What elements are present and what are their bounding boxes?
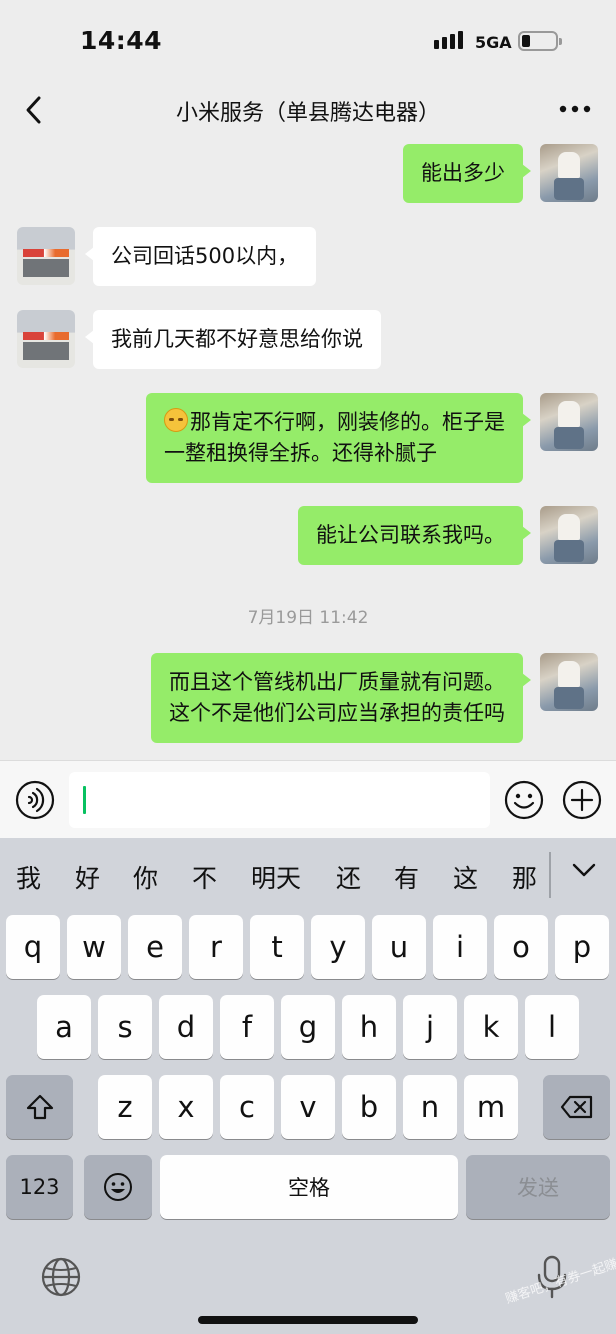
backspace-icon xyxy=(560,1095,592,1119)
add-icon[interactable] xyxy=(562,780,602,820)
message-list[interactable]: 能出多少 公司回话500以内， 我前几天都不好意思给你说 那肯定不行啊，刚装修的… xyxy=(0,136,616,760)
key-a[interactable]: a xyxy=(37,995,91,1059)
message-text: 公司回话500以内， xyxy=(111,244,299,268)
key-w[interactable]: w xyxy=(67,915,121,979)
send-key[interactable]: 发送 xyxy=(466,1155,610,1219)
self-avatar[interactable] xyxy=(540,506,598,564)
text-caret xyxy=(83,786,86,814)
message-text-line: 这个不是他们公司应当承担的责任吗 xyxy=(169,701,505,725)
candidate-word[interactable]: 还 xyxy=(336,859,361,895)
voice-input-icon[interactable] xyxy=(15,780,55,820)
key-m[interactable]: m xyxy=(464,1075,518,1139)
emoji-key-icon xyxy=(104,1173,132,1201)
contact-avatar[interactable] xyxy=(17,227,75,285)
message-bubble[interactable]: 能出多少 xyxy=(403,144,531,203)
key-b[interactable]: b xyxy=(342,1075,396,1139)
key-k[interactable]: k xyxy=(464,995,518,1059)
emoji-key[interactable] xyxy=(84,1155,152,1219)
emoji-icon[interactable] xyxy=(504,780,544,820)
key-c[interactable]: c xyxy=(220,1075,274,1139)
key-v[interactable]: v xyxy=(281,1075,335,1139)
message-bubble[interactable]: 公司回话500以内， xyxy=(84,227,317,286)
network-label: 5GA xyxy=(475,33,512,52)
key-u[interactable]: u xyxy=(372,915,426,979)
key-x[interactable]: x xyxy=(159,1075,213,1139)
key-l[interactable]: l xyxy=(525,995,579,1059)
candidate-word[interactable]: 我 xyxy=(16,859,41,895)
more-icon[interactable] xyxy=(558,104,592,114)
candidate-word[interactable]: 你 xyxy=(133,859,158,895)
message-timestamp: 7月19日 11:42 xyxy=(247,608,369,628)
candidate-word[interactable]: 明天 xyxy=(251,859,301,895)
self-avatar[interactable] xyxy=(540,393,598,451)
chat-input-bar xyxy=(0,760,616,838)
key-n[interactable]: n xyxy=(403,1075,457,1139)
candidate-word[interactable]: 好 xyxy=(75,859,100,895)
message-text-line: 一整租换得全拆。还得补腻子 xyxy=(164,441,437,465)
candidate-word[interactable]: 不 xyxy=(192,859,217,895)
status-time: 14:44 xyxy=(80,26,163,55)
message-text-line: 而且这个管线机出厂质量就有问题。 xyxy=(169,670,505,694)
home-indicator[interactable] xyxy=(198,1316,418,1324)
key-d[interactable]: d xyxy=(159,995,213,1059)
key-j[interactable]: j xyxy=(403,995,457,1059)
candidate-word[interactable]: 这 xyxy=(453,859,478,895)
keyboard: 我 好 你 不 明天 还 有 这 那 q w e r t y u i o p a… xyxy=(0,838,616,1334)
facepalm-emoji-icon xyxy=(164,408,188,432)
message-input[interactable] xyxy=(69,772,490,828)
contact-avatar[interactable] xyxy=(17,310,75,368)
candidate-word[interactable]: 那 xyxy=(512,859,537,895)
key-g[interactable]: g xyxy=(281,995,335,1059)
key-s[interactable]: s xyxy=(98,995,152,1059)
self-avatar[interactable] xyxy=(540,144,598,202)
self-avatar[interactable] xyxy=(540,653,598,711)
chat-header: 小米服务（单县腾达电器） xyxy=(0,84,616,136)
message-bubble[interactable]: 那肯定不行啊，刚装修的。柜子是 一整租换得全拆。还得补腻子 xyxy=(146,393,531,483)
message-bubble[interactable]: 能让公司联系我吗。 xyxy=(298,506,531,565)
message-text: 能让公司联系我吗。 xyxy=(316,523,505,547)
key-i[interactable]: i xyxy=(433,915,487,979)
chat-title: 小米服务（单县腾达电器） xyxy=(175,101,440,126)
globe-icon[interactable] xyxy=(40,1256,82,1298)
key-p[interactable]: p xyxy=(555,915,609,979)
candidate-divider xyxy=(549,852,551,898)
signal-icon xyxy=(434,31,463,49)
message-bubble[interactable]: 而且这个管线机出厂质量就有问题。 这个不是他们公司应当承担的责任吗 xyxy=(151,653,531,743)
key-h[interactable]: h xyxy=(342,995,396,1059)
key-e[interactable]: e xyxy=(128,915,182,979)
candidate-bar: 我 好 你 不 明天 还 有 这 那 xyxy=(0,838,616,914)
message-text: 能出多少 xyxy=(421,161,505,185)
key-r[interactable]: r xyxy=(189,915,243,979)
key-y[interactable]: y xyxy=(311,915,365,979)
key-t[interactable]: t xyxy=(250,915,304,979)
space-key[interactable]: 空格 xyxy=(160,1155,458,1219)
message-bubble[interactable]: 我前几天都不好意思给你说 xyxy=(85,310,381,369)
key-o[interactable]: o xyxy=(494,915,548,979)
shift-icon xyxy=(26,1094,53,1120)
delete-key[interactable] xyxy=(543,1075,610,1139)
shift-key[interactable] xyxy=(6,1075,73,1139)
status-bar: 14:44 5GA xyxy=(0,0,616,84)
message-text-line: 那肯定不行啊，刚装修的。柜子是 xyxy=(190,410,505,434)
key-q[interactable]: q xyxy=(6,915,60,979)
message-text: 我前几天都不好意思给你说 xyxy=(111,327,363,351)
key-z[interactable]: z xyxy=(98,1075,152,1139)
key-f[interactable]: f xyxy=(220,995,274,1059)
chevron-down-icon[interactable] xyxy=(570,860,598,880)
battery-icon xyxy=(518,31,562,51)
numbers-key[interactable]: 123 xyxy=(6,1155,73,1219)
candidate-word[interactable]: 有 xyxy=(394,859,419,895)
